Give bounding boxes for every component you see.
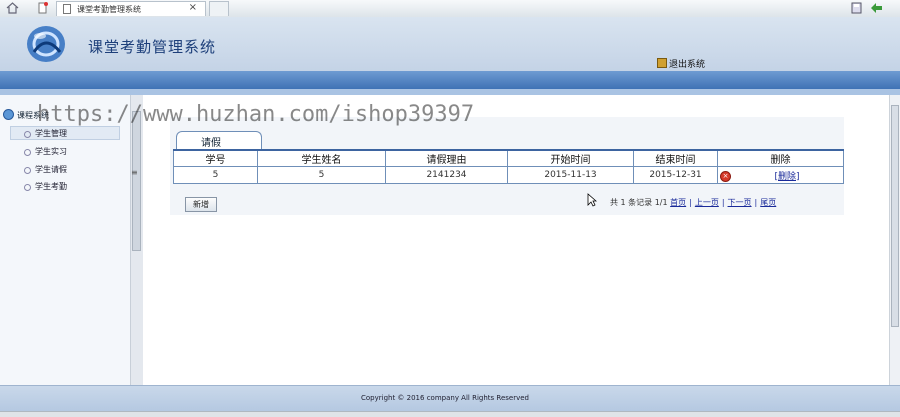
tab-leave[interactable]: 请假	[176, 131, 262, 149]
browser-tab[interactable]: 课堂考勤管理系统 ×	[56, 1, 206, 16]
sidebar-item-label: 学生管理	[35, 129, 67, 138]
cell-student-id: 5	[173, 166, 258, 184]
prev-page-link[interactable]: 上一页	[695, 198, 719, 207]
tab-title: 课堂考勤管理系统	[77, 5, 141, 14]
sidebar-item-label: 学生考勤	[35, 182, 67, 191]
pagination-summary: 共 1 条记录 1/1	[610, 198, 668, 207]
bullet-icon	[24, 167, 31, 174]
tab-close-icon[interactable]: ×	[189, 2, 197, 13]
browser-status-bar	[0, 411, 900, 417]
browser-toolbar: 课堂考勤管理系统 ×	[0, 0, 900, 18]
sidebar-item-label: 学生请假	[35, 165, 67, 174]
delete-link[interactable]: [删除]	[774, 172, 799, 182]
column-header-delete: 删除	[717, 149, 844, 167]
pagination: 共 1 条记录 1/1 首页 | 上一页 | 下一页 | 尾页	[610, 198, 777, 207]
back-arrow-icon[interactable]	[870, 2, 883, 14]
last-page-link[interactable]: 尾页	[760, 198, 776, 207]
cell-delete: × [删除]	[717, 166, 844, 184]
cell-reason: 2141234	[385, 166, 508, 184]
delete-icon[interactable]: ×	[720, 170, 731, 182]
mouse-cursor-icon	[587, 193, 597, 207]
sidebar-item-student-internship[interactable]: 学生实习	[24, 146, 67, 157]
add-button[interactable]: 新增	[185, 197, 217, 212]
save-page-icon[interactable]	[850, 2, 863, 14]
table-header-row: 学号 学生姓名 请假理由 开始时间 结束时间 删除	[173, 149, 844, 167]
cell-start-time: 2015-11-13	[507, 166, 634, 184]
column-header-end-time: 结束时间	[633, 149, 718, 167]
next-page-link[interactable]: 下一页	[728, 198, 752, 207]
first-page-link[interactable]: 首页	[670, 198, 686, 207]
cell-student-name: 5	[257, 166, 386, 184]
logo-icon	[27, 26, 65, 62]
sidebar-item-student-leave[interactable]: 学生请假	[24, 164, 67, 175]
main-scroll-thumb[interactable]	[891, 105, 899, 327]
copyright-text: Copyright © 2016 company All Rights Rese…	[361, 394, 529, 402]
notepad-icon[interactable]	[36, 2, 49, 14]
sidebar-item-label: 学生实习	[35, 147, 67, 156]
logout-icon	[657, 58, 667, 68]
bullet-icon	[24, 149, 31, 156]
header-band	[0, 71, 900, 89]
bullet-icon	[24, 131, 31, 138]
watermark-text: https://www.huzhan.com/ishop39397	[37, 102, 475, 127]
sidebar-scroll-thumb[interactable]	[132, 111, 141, 251]
cell-end-time: 2015-12-31	[633, 166, 718, 184]
tab-leave-label: 请假	[201, 138, 221, 149]
sidebar-scrollbar[interactable]	[130, 95, 143, 385]
column-header-student-id: 学号	[173, 149, 258, 167]
page-icon	[63, 4, 71, 14]
logout-link[interactable]: 退出系统	[657, 57, 705, 70]
left-sidebar: 课程系统 学生管理 学生实习 学生请假 学生考勤	[0, 95, 143, 385]
column-header-student-name: 学生姓名	[257, 149, 386, 167]
main-scrollbar[interactable]	[889, 95, 900, 385]
sidebar-item-student-attendance[interactable]: 学生考勤	[24, 181, 67, 192]
home-icon[interactable]	[6, 2, 19, 14]
column-header-reason: 请假理由	[385, 149, 508, 167]
new-tab-button[interactable]	[209, 1, 229, 16]
leave-table: 学号 学生姓名 请假理由 开始时间 结束时间 删除 5 5 2141234 20…	[173, 149, 844, 184]
page-footer: Copyright © 2016 company All Rights Rese…	[0, 385, 900, 412]
bullet-icon	[24, 184, 31, 191]
sidebar-item-student-management[interactable]: 学生管理	[24, 128, 67, 139]
magnifier-icon	[3, 109, 14, 120]
logout-label[interactable]: 退出系统	[669, 60, 705, 70]
table-row: 5 5 2141234 2015-11-13 2015-12-31 × [删除]	[173, 166, 844, 184]
column-header-start-time: 开始时间	[507, 149, 634, 167]
splitter-grip-icon[interactable]: ≡	[131, 168, 138, 177]
system-title: 课堂考勤管理系统	[88, 38, 217, 56]
